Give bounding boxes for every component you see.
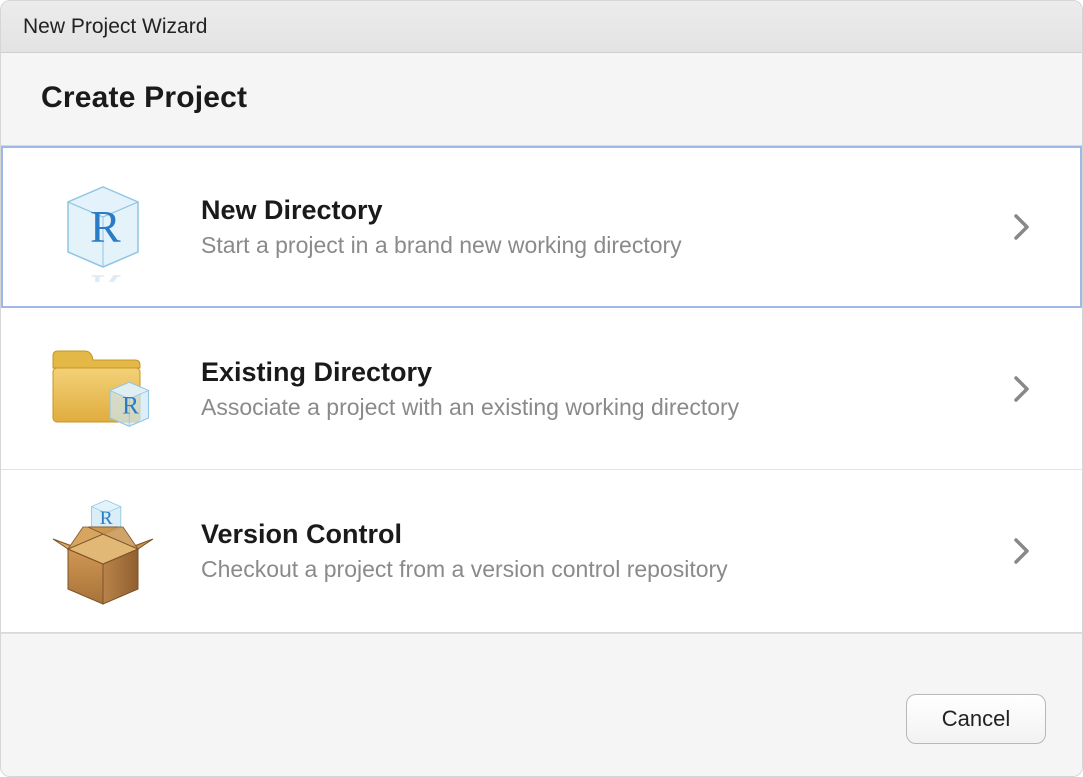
wizard-window: New Project Wizard Create Project R R xyxy=(0,0,1083,777)
wizard-footer: Cancel xyxy=(1,633,1082,776)
option-existing-directory[interactable]: R Existing Directory Associate a project… xyxy=(1,308,1082,470)
option-text: New Directory Start a project in a brand… xyxy=(173,195,1002,259)
option-version-control[interactable]: R xyxy=(1,470,1082,632)
option-desc: Checkout a project from a version contro… xyxy=(201,556,1002,583)
project-options-list: R R New Directory Start a project in a b… xyxy=(1,145,1082,633)
chevron-right-icon xyxy=(1002,214,1042,240)
svg-text:R: R xyxy=(122,391,139,419)
option-title: New Directory xyxy=(201,195,1002,226)
chevron-right-icon xyxy=(1002,376,1042,402)
option-text: Version Control Checkout a project from … xyxy=(173,519,1002,583)
option-desc: Associate a project with an existing wor… xyxy=(201,394,1002,421)
svg-text:R: R xyxy=(90,265,121,282)
option-new-directory[interactable]: R R New Directory Start a project in a b… xyxy=(1,146,1082,308)
option-desc: Start a project in a brand new working d… xyxy=(201,232,1002,259)
folder-cube-icon: R xyxy=(33,329,173,449)
titlebar: New Project Wizard xyxy=(1,1,1082,53)
option-title: Version Control xyxy=(201,519,1002,550)
svg-text:R: R xyxy=(90,201,121,252)
cancel-button[interactable]: Cancel xyxy=(906,694,1046,744)
window-title: New Project Wizard xyxy=(23,15,207,39)
chevron-right-icon xyxy=(1002,538,1042,564)
option-title: Existing Directory xyxy=(201,357,1002,388)
svg-text:R: R xyxy=(100,508,113,529)
page-title: Create Project xyxy=(41,81,1042,115)
cube-r-icon: R R xyxy=(33,167,173,287)
wizard-header: Create Project xyxy=(1,53,1082,145)
option-text: Existing Directory Associate a project w… xyxy=(173,357,1002,421)
box-cube-icon: R xyxy=(33,491,173,611)
